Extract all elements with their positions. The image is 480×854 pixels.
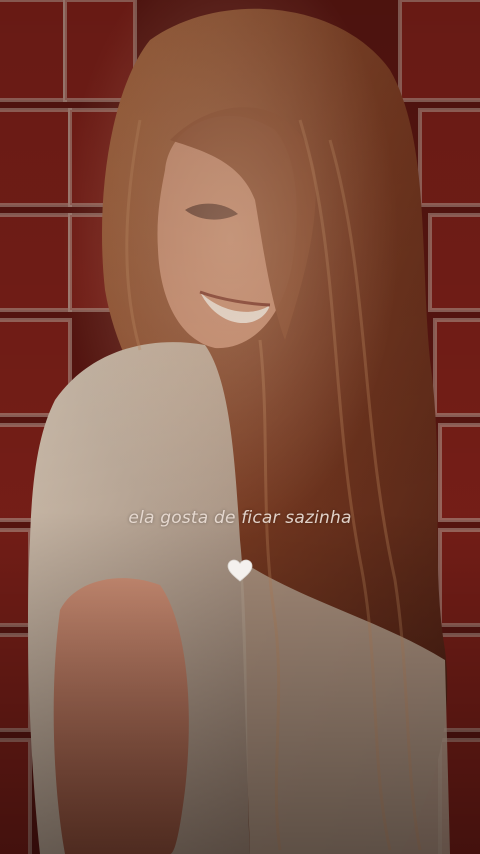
story-background: ela gosta de ficar sazinha bbox=[0, 0, 480, 854]
white-heart-icon bbox=[227, 559, 253, 582]
photo-woman-brick-wall bbox=[0, 0, 480, 854]
story-caption: ela gosta de ficar sazinha bbox=[128, 508, 352, 528]
